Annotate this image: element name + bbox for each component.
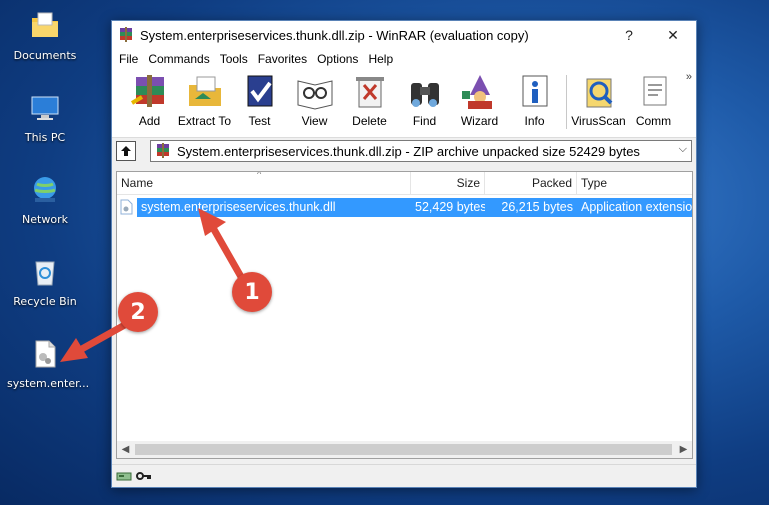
title-bar[interactable]: System.enterpriseservices.thunk.dll.zip … [112,21,696,49]
archive-icon [157,143,169,158]
address-bar: System.enterpriseservices.thunk.dll.zip … [112,138,696,164]
desktop-icon-network[interactable]: Network [7,174,83,226]
add-label: Add [138,114,161,128]
toolbar-overflow-button[interactable]: » [686,71,692,83]
test-archive-icon [247,75,272,107]
menu-tools[interactable]: Tools [215,52,253,66]
info-icon [522,75,547,107]
status-bar [112,464,696,487]
desktop-icon-dll-file[interactable]: system.enter... [7,338,90,390]
file-name-cell[interactable]: system.enterpriseservices.thunk.dll [137,198,411,217]
desktop-icon-recycle-bin[interactable]: Recycle Bin [7,256,83,308]
desktop-icon-documents[interactable]: Documents [7,10,83,62]
comment-button[interactable]: Comm [626,73,681,128]
step-2-badge: 2 [118,292,158,332]
table-row[interactable]: system.enterpriseservices.thunk.dll 52,4… [117,198,692,217]
menu-commands[interactable]: Commands [143,52,214,66]
virusscan-button[interactable]: VirusScan [571,73,626,128]
menu-help[interactable]: Help [363,52,398,66]
view-book-icon [297,80,332,110]
window-title: System.enterpriseservices.thunk.dll.zip … [140,27,529,43]
file-packed-cell: 26,215 bytes [485,198,577,217]
file-size-cell: 52,429 bytes [411,198,485,217]
computer-icon [31,96,59,120]
menu-favorites[interactable]: Favorites [253,52,312,66]
recycle-bin-icon [35,261,55,286]
scroll-left-icon[interactable]: ◀ [117,441,134,458]
horizontal-scrollbar[interactable]: ◀ ▶ [117,441,692,458]
folder-icon [32,12,58,37]
extract-to-button[interactable]: Extract To [177,73,232,128]
scrollbar-thumb[interactable] [135,444,672,455]
comment-icon [643,76,666,106]
archive-path-field[interactable]: System.enterpriseservices.thunk.dll.zip … [150,140,692,162]
network-icon [34,177,56,202]
virusscan-icon [586,78,612,108]
help-button[interactable]: ? [608,21,650,49]
wizard-label: Wizard [460,114,499,128]
key-icon [136,472,151,480]
step-1-badge: 1 [232,272,272,312]
wizard-icon [461,75,492,109]
up-arrow-icon [121,146,131,156]
test-label: Test [248,114,271,128]
binoculars-icon [410,83,439,107]
winrar-window: System.enterpriseservices.thunk.dll.zip … [111,20,697,488]
comment-label: Comm [635,114,672,128]
delete-button[interactable]: Delete [342,73,397,128]
test-button[interactable]: Test [232,73,287,128]
view-label: View [301,114,328,128]
delete-label: Delete [352,114,387,128]
desktop-icon-this-pc[interactable]: This PC [7,92,83,144]
column-size[interactable]: Size [411,172,485,194]
desktop-icon-label: system.enter... [7,377,90,390]
sort-arrow-icon: ^ [257,171,262,179]
find-label: Find [412,114,437,128]
chevron-down-icon[interactable]: ⌵ [679,143,687,156]
delete-bin-icon [355,77,384,108]
drive-icon [116,472,132,481]
desktop-icon-label: Recycle Bin [13,295,77,308]
add-button[interactable]: Add [122,73,177,128]
wizard-button[interactable]: Wizard [452,73,507,128]
toolbar: Add Extract To Test View Delete Find Wiz… [112,69,696,138]
menu-options[interactable]: Options [312,52,363,66]
column-packed[interactable]: Packed [485,172,577,194]
add-archive-icon [130,75,164,107]
file-type-cell: Application extension [577,198,692,217]
info-button[interactable]: Info [507,73,562,128]
menu-bar: File Commands Tools Favorites Options He… [112,49,696,69]
archive-path-text: System.enterpriseservices.thunk.dll.zip … [177,143,640,159]
up-folder-button[interactable] [116,141,136,161]
scroll-right-icon[interactable]: ▶ [675,441,692,458]
menu-file[interactable]: File [114,52,143,66]
virusscan-label: VirusScan [571,114,626,128]
desktop-icon-label: Network [22,213,68,226]
column-name[interactable]: Name [117,172,411,194]
winrar-app-icon [120,27,132,42]
close-button[interactable]: ✕ [652,21,694,49]
view-button[interactable]: View [287,73,342,128]
desktop-icon-label: Documents [13,49,77,62]
dll-file-icon [35,340,56,368]
list-header: Name Size Packed Type ^ [117,172,692,195]
extract-to-label: Extract To [177,114,232,128]
find-button[interactable]: Find [397,73,452,128]
desktop-icon-label: This PC [24,131,66,144]
info-label: Info [524,114,545,128]
column-type[interactable]: Type [577,172,692,194]
extract-folder-icon [188,76,221,106]
dll-file-icon [120,199,133,215]
dll-row-icon-cell [117,198,137,217]
file-list: Name Size Packed Type ^ system.enterpris… [116,171,693,459]
toolbar-separator [566,75,567,129]
